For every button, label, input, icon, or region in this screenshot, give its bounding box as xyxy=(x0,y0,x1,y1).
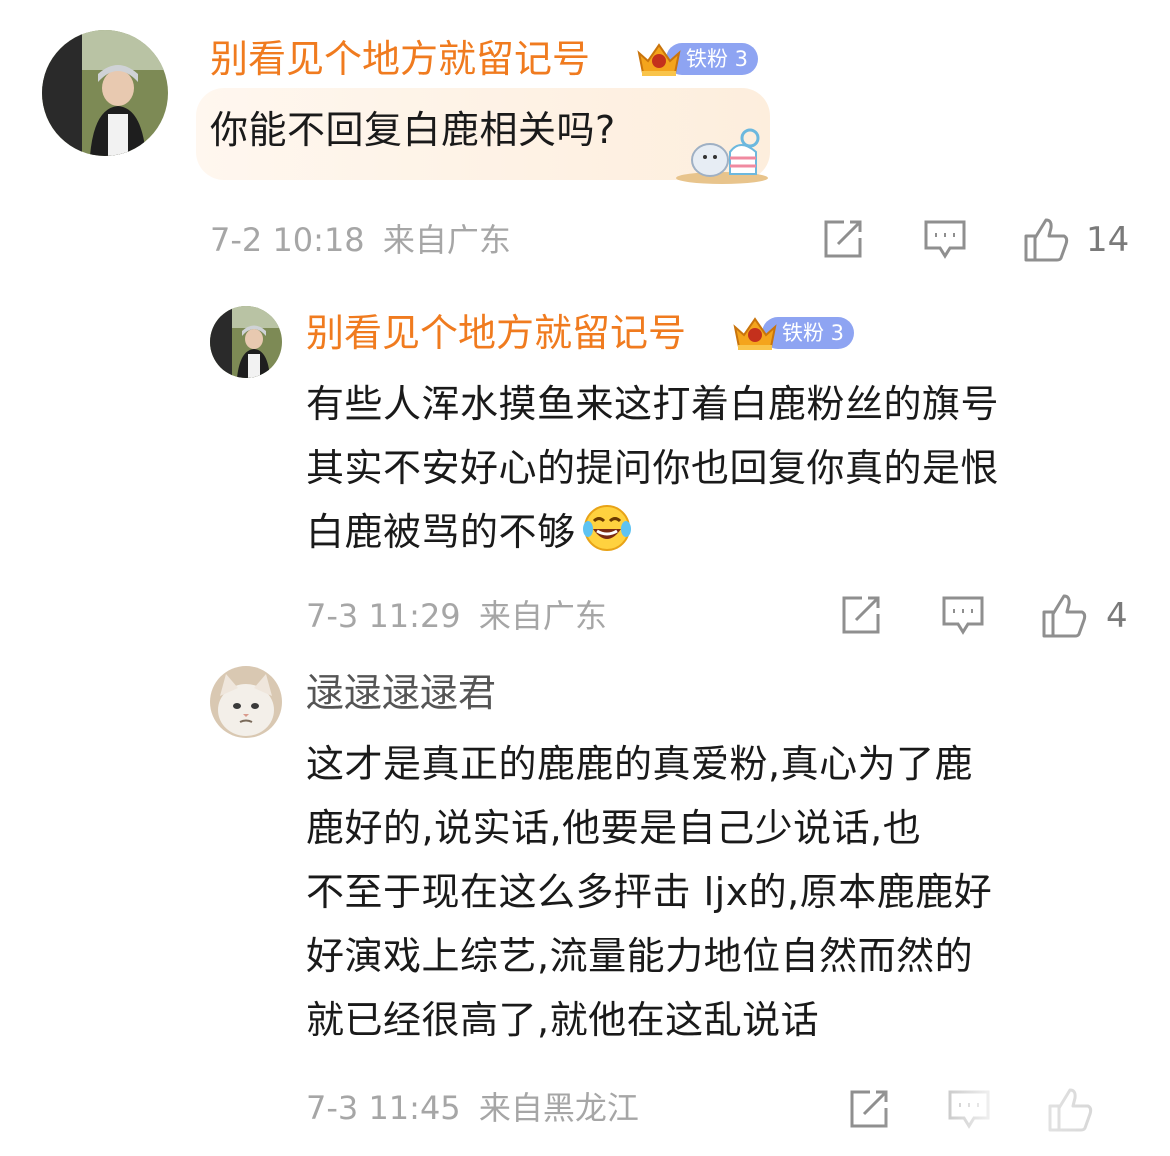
comment-item: 逯逯逯逯君 这才是真正的鹿鹿的真爱粉,真心为了鹿 鹿好的,说实话,他要是自己少说… xyxy=(0,0,1170,1156)
comment-line: 就已经很高了,就他在这乱说话 xyxy=(306,998,820,1042)
location: 来自黑龙江 xyxy=(478,1089,639,1127)
comment-line: 好演戏上综艺,流量能力地位自然而然的 xyxy=(306,934,974,978)
comment-line: 不至于现在这么多抨击 ljx的,原本鹿鹿好 xyxy=(306,870,993,914)
timestamp: 7-3 11:45 xyxy=(306,1089,461,1127)
bottom-fade-overlay xyxy=(880,1084,1120,1144)
comment-text: 这才是真正的鹿鹿的真爱粉,真心为了鹿 鹿好的,说实话,他要是自己少说话,也 不至… xyxy=(306,732,992,1052)
comment-line: 这才是真正的鹿鹿的真爱粉,真心为了鹿 xyxy=(306,742,974,786)
comment-line: 鹿好的,说实话,他要是自己少说话,也 xyxy=(306,806,922,850)
crown-icon xyxy=(732,313,778,353)
crown-icon xyxy=(636,39,682,79)
username[interactable]: 逯逯逯逯君 xyxy=(306,670,496,716)
comment-meta: 7-3 11:45 来自黑龙江 xyxy=(306,1088,639,1128)
avatar[interactable] xyxy=(210,666,282,738)
